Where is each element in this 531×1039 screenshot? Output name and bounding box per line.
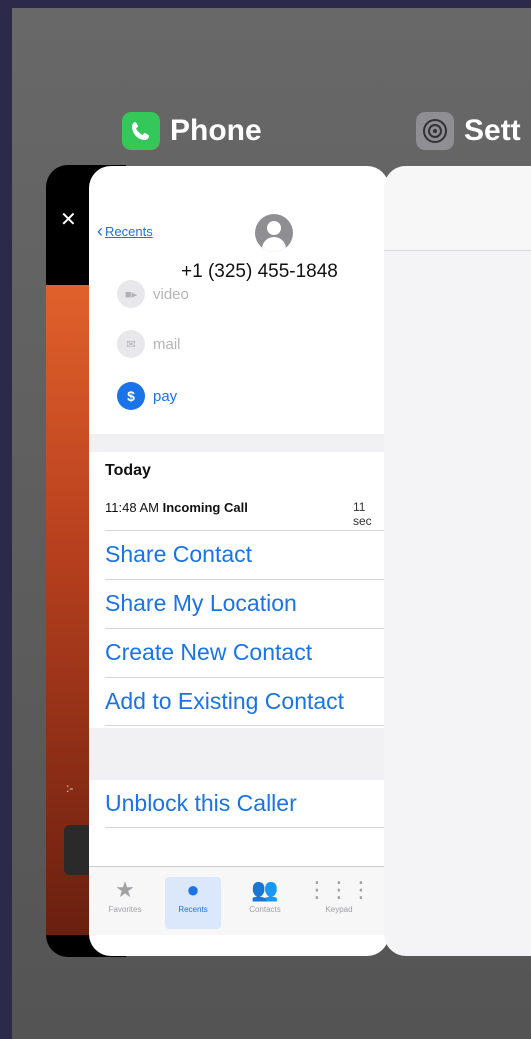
phone-icon	[122, 112, 160, 150]
share-contact-option[interactable]: Share Contact	[105, 530, 389, 568]
tab-label: Favorites	[108, 905, 142, 914]
avatar	[255, 214, 293, 252]
caller-number: +1 (325) 455-1848	[181, 261, 338, 282]
dollar-icon: $	[117, 382, 145, 410]
phone-app-title[interactable]: Phone	[122, 112, 262, 150]
settings-icon	[416, 112, 454, 150]
history-section-title: Today	[105, 462, 151, 479]
mute-icon: ✕	[60, 209, 77, 231]
call-type: Incoming Call	[162, 500, 248, 515]
contacts-icon: 👥	[251, 877, 279, 902]
video-icon: ■▸	[117, 280, 145, 308]
create-contact-option[interactable]: Create New Contact	[105, 628, 389, 666]
mail-label: mail	[153, 335, 181, 353]
star-icon: ★	[115, 877, 135, 902]
call-time: 11:48 AM	[105, 500, 159, 515]
keypad-icon: ⋮⋮⋮	[306, 877, 372, 902]
settings-app-card[interactable]	[384, 166, 531, 956]
clock-icon: ●	[186, 877, 200, 902]
pay-action[interactable]: $ pay	[117, 382, 177, 410]
add-to-existing-option[interactable]: Add to Existing Contact	[105, 677, 389, 726]
settings-header	[384, 166, 531, 251]
back-button[interactable]: ‹ Recents	[97, 221, 153, 242]
tab-recents[interactable]: ● Recents	[165, 877, 221, 929]
unblock-caller-option[interactable]: Unblock this Caller	[105, 780, 389, 828]
settings-app-name: Sett	[464, 114, 521, 147]
tab-label: Keypad	[325, 905, 353, 914]
partial-text: :-	[66, 781, 74, 795]
share-location-option[interactable]: Share My Location	[105, 579, 389, 617]
tab-label: Recents	[178, 905, 208, 914]
video-label: video	[153, 285, 189, 303]
tab-bar: ★ Favorites ● Recents 👥 Contacts ⋮⋮⋮ Key…	[89, 866, 389, 935]
video-action[interactable]: ■▸ video	[117, 280, 189, 308]
tab-keypad[interactable]: ⋮⋮⋮ Keypad	[306, 877, 372, 929]
phone-app-name: Phone	[170, 114, 262, 147]
phone-app-card[interactable]: ‹ Recents +1 (325) 455-1848 ■▸ video ✉ m…	[89, 166, 389, 956]
section-separator	[89, 728, 389, 780]
mail-icon: ✉	[117, 330, 145, 358]
back-label: Recents	[105, 224, 153, 239]
section-separator	[89, 434, 389, 452]
call-duration: 11 sec	[353, 500, 372, 528]
mail-action[interactable]: ✉ mail	[117, 330, 181, 358]
settings-app-title[interactable]: Sett	[416, 112, 521, 150]
pay-label: pay	[153, 387, 178, 405]
tab-favorites[interactable]: ★ Favorites	[97, 877, 153, 929]
call-history-row: 11:48 AM Incoming Call	[105, 500, 248, 515]
chevron-left-icon: ‹	[97, 221, 103, 241]
tab-contacts[interactable]: 👥 Contacts	[237, 877, 293, 929]
tab-label: Contacts	[249, 905, 281, 914]
